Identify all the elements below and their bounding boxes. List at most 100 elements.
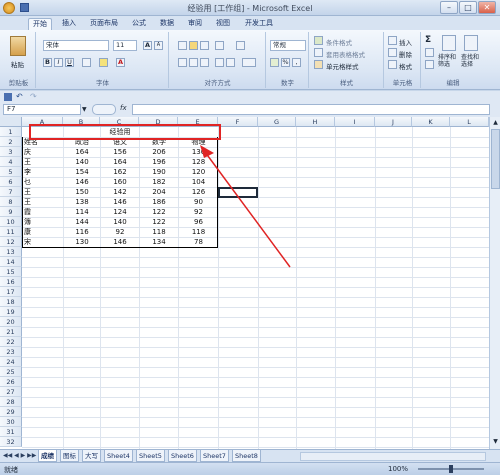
merge-center-icon[interactable] xyxy=(242,58,256,67)
grow-font-button[interactable]: A xyxy=(143,41,152,50)
shrink-font-button[interactable]: A xyxy=(154,41,163,50)
ribbon: 粘贴 剪贴板 宋体 11 A A B I U A 字体 对齐方式 常规 % , … xyxy=(0,30,500,90)
delete-cells-icon xyxy=(388,48,397,57)
insert-cells-icon xyxy=(388,36,397,45)
sort-filter-icon[interactable] xyxy=(442,35,456,51)
undo-icon[interactable]: ↶ xyxy=(16,92,23,101)
sheet-tab[interactable]: 图标 xyxy=(60,450,79,462)
zoom-level[interactable]: 100% xyxy=(388,465,408,473)
decrease-indent-icon[interactable] xyxy=(215,58,224,67)
align-middle-icon[interactable] xyxy=(189,41,198,50)
align-right-icon[interactable] xyxy=(200,58,209,67)
tab-page-layout[interactable]: 页面布局 xyxy=(86,18,122,30)
insert-button[interactable]: 插入 xyxy=(399,37,412,47)
currency-icon[interactable] xyxy=(270,58,279,67)
annotation-box xyxy=(29,124,221,140)
clear-icon[interactable] xyxy=(425,60,434,69)
maximize-button[interactable]: □ xyxy=(459,1,477,14)
sheet-tab[interactable]: Sheet8 xyxy=(232,450,261,462)
close-button[interactable]: ✕ xyxy=(478,1,496,14)
align-top-icon[interactable] xyxy=(178,41,187,50)
conditional-format-button[interactable]: 条件格式 xyxy=(326,37,352,47)
sheet-tab[interactable]: Sheet4 xyxy=(104,450,133,462)
scroll-thumb[interactable] xyxy=(491,129,500,189)
tab-data[interactable]: 数据 xyxy=(156,18,178,30)
tab-review[interactable]: 审阅 xyxy=(184,18,206,30)
comma-button[interactable]: , xyxy=(292,58,301,67)
tab-developer[interactable]: 开发工具 xyxy=(242,18,276,30)
name-box-dropdown-icon[interactable]: ▼ xyxy=(82,106,87,113)
sheet-tab-bar: ◀◀ ◀ ▶ ▶▶ 成绩 图标 大写 Sheet4 Sheet5 Sheet6 Sheet7… xyxy=(0,449,500,462)
cell-style-button[interactable]: 单元格样式 xyxy=(326,61,359,71)
increase-indent-icon[interactable] xyxy=(226,58,235,67)
tab-view[interactable]: 视图 xyxy=(212,18,234,30)
font-name-select[interactable]: 宋体 xyxy=(43,40,109,51)
table-format-icon xyxy=(314,48,323,57)
find-select-icon[interactable] xyxy=(464,35,478,51)
sheet-tab[interactable]: Sheet6 xyxy=(168,450,197,462)
number-group: 常规 % , 数字 xyxy=(267,32,309,88)
sheet-tab[interactable]: Sheet7 xyxy=(200,450,229,462)
styles-group: 条件格式 套用表格格式 单元格样式 样式 xyxy=(310,32,384,88)
zoom-thumb[interactable] xyxy=(449,465,453,473)
underline-button[interactable]: U xyxy=(65,58,74,67)
align-center-icon[interactable] xyxy=(189,58,198,67)
alignment-label: 对齐方式 xyxy=(204,79,231,87)
font-size-select[interactable]: 11 xyxy=(113,40,137,51)
align-left-icon[interactable] xyxy=(178,58,187,67)
sheet-tab[interactable]: 成绩 xyxy=(38,450,57,462)
scroll-up-arrow[interactable]: ▲ xyxy=(491,118,500,127)
format-button[interactable]: 格式 xyxy=(399,61,412,71)
number-format-select[interactable]: 常规 xyxy=(270,40,306,51)
formula-input[interactable] xyxy=(132,104,490,115)
delete-button[interactable]: 删除 xyxy=(399,49,412,59)
font-label: 字体 xyxy=(96,79,109,87)
cell-style-icon xyxy=(314,60,323,69)
clipboard-label: 剪贴板 xyxy=(8,79,29,87)
clipboard-group: 粘贴 剪贴板 xyxy=(2,32,36,88)
borders-icon[interactable] xyxy=(82,58,91,67)
save-icon[interactable] xyxy=(4,93,12,101)
status-bar: 就绪 100% xyxy=(0,462,500,475)
orientation-icon[interactable] xyxy=(215,41,224,50)
tab-insert[interactable]: 插入 xyxy=(58,18,80,30)
quick-access-toolbar: ↶ ↷ xyxy=(0,91,500,103)
cancel-formula-icon[interactable] xyxy=(92,104,116,115)
annotation-overlay xyxy=(29,124,291,268)
paste-button[interactable]: 粘贴 xyxy=(11,59,24,69)
percent-button[interactable]: % xyxy=(281,58,290,67)
autosum-button[interactable]: Σ xyxy=(425,35,431,45)
sheet-tab[interactable]: Sheet5 xyxy=(136,450,165,462)
fill-icon[interactable] xyxy=(425,48,434,57)
worksheet-grid[interactable]: ABCDEFGHIJKL 1 2 3 4 5 6 7 8 9 10 11 12 13 14 15 16 17 18… xyxy=(0,117,489,449)
annotation-arrow-line xyxy=(204,151,291,268)
bold-button[interactable]: B xyxy=(43,58,52,67)
status-ready: 就绪 xyxy=(4,466,18,474)
sheet-nav-icon[interactable]: ◀◀ ◀ ▶ ▶▶ xyxy=(3,452,36,459)
fill-color-icon[interactable] xyxy=(99,58,108,67)
align-bottom-icon[interactable] xyxy=(200,41,209,50)
paste-icon[interactable] xyxy=(10,36,26,56)
tab-formulas[interactable]: 公式 xyxy=(128,18,150,30)
insert-function-button[interactable]: fx xyxy=(120,104,130,115)
wrap-text-icon[interactable] xyxy=(236,41,245,50)
hscroll-bar[interactable] xyxy=(300,452,486,461)
italic-button[interactable]: I xyxy=(54,58,63,67)
cells-label: 单元格 xyxy=(392,79,413,87)
alignment-group: 对齐方式 xyxy=(170,32,266,88)
tab-home[interactable]: 开始 xyxy=(28,18,52,30)
find-select-button[interactable]: 查找和选择 xyxy=(461,54,483,68)
font-color-button[interactable]: A xyxy=(116,58,125,67)
name-box[interactable]: F7 xyxy=(3,104,81,115)
scroll-down-arrow[interactable]: ▼ xyxy=(491,437,500,446)
sort-filter-button[interactable]: 排序和筛选 xyxy=(438,54,460,68)
vertical-scrollbar[interactable]: ▲ ▼ xyxy=(489,117,500,449)
window-title: 经验用 [工作组] - Microsoft Excel xyxy=(187,4,313,13)
sheet-tab[interactable]: 大写 xyxy=(82,450,101,462)
number-label: 数字 xyxy=(281,79,294,87)
table-format-button[interactable]: 套用表格格式 xyxy=(326,49,365,59)
redo-icon[interactable]: ↷ xyxy=(30,92,37,101)
minimize-button[interactable]: – xyxy=(440,1,458,14)
ribbon-tabs: 开始 插入 页面布局 公式 数据 审阅 视图 开发工具 xyxy=(0,16,500,30)
styles-label: 样式 xyxy=(340,79,353,87)
